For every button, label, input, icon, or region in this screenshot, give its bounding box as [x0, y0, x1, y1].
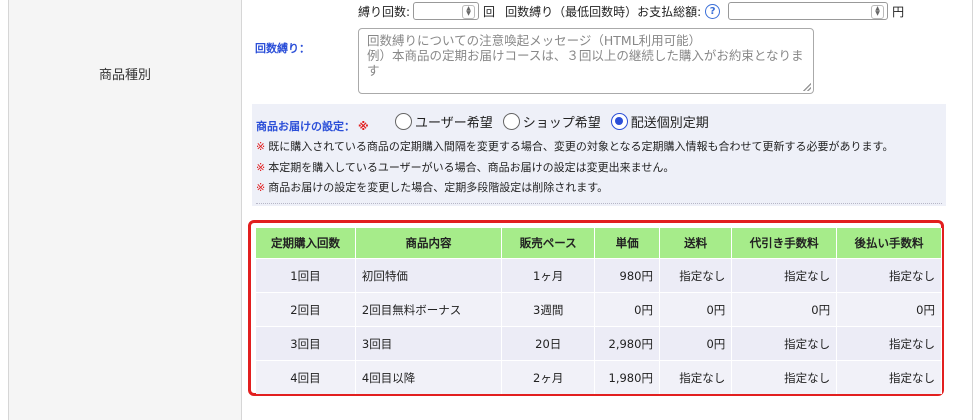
delivery-settings-label: 商品お届けの設定： ※	[256, 118, 369, 134]
cell-deferred-fee: 指定なし	[836, 360, 942, 394]
cell-shipping: 指定なし	[659, 360, 733, 394]
radio-circle-icon[interactable]	[395, 113, 412, 130]
col-header-deferred-fee: 後払い手数料	[836, 228, 942, 259]
frame-right-border	[972, 0, 973, 420]
cell-price: 980円	[594, 258, 660, 293]
note-line: ※ 既に購入されている商品の定期購入間隔を変更する場合、変更の対象となる定期購入情…	[256, 137, 893, 158]
col-header-count: 定期購入回数	[256, 228, 356, 259]
total-amount-unit: 円	[892, 4, 905, 19]
repetition-label: 回数縛り：	[255, 42, 310, 55]
label-column-divider	[241, 0, 242, 420]
total-amount-input[interactable]: ▲ ▼	[728, 2, 889, 20]
cell-shipping: 指定なし	[659, 258, 733, 293]
delivery-settings-label-text: 商品お届けの設定：	[256, 120, 355, 133]
table-row: 2回目 2回目無料ボーナス 3週間 0円 0円 0円 0円	[256, 292, 942, 327]
radio-label: ショップ希望	[522, 116, 601, 131]
cell-shipping: 0円	[659, 292, 733, 327]
question-circle-icon[interactable]: ?	[705, 3, 721, 19]
col-header-content: 商品内容	[355, 228, 503, 259]
radio-label: 配送個別定期	[630, 116, 709, 131]
col-header-cod-fee: 代引き手数料	[731, 228, 838, 259]
delivery-notes: ※ 既に購入されている商品の定期購入間隔を変更する場合、変更の対象となる定期購入情…	[256, 137, 893, 199]
cell-cod-fee: 指定なし	[731, 258, 838, 293]
cell-content: 3回目	[355, 326, 503, 361]
cell-cod-fee: 指定なし	[731, 360, 838, 394]
cell-shipping: 0円	[659, 326, 733, 361]
cell-count: 3回目	[256, 326, 356, 361]
total-amount-label: 回数縛り（最低回数時）お支払総額:	[505, 4, 702, 19]
radio-label: ユーザー希望	[415, 116, 493, 131]
cell-count: 4回目	[256, 360, 356, 394]
cell-price: 1,980円	[594, 360, 660, 394]
repetition-count-row: 縛り回数: ▲ ▼ 回 回数縛り（最低回数時）お支払総額: ? ▲ ▼ 円	[358, 0, 904, 22]
cell-count: 1回目	[256, 258, 356, 293]
cell-price: 2,980円	[594, 326, 660, 361]
resize-grip-icon[interactable]	[803, 83, 811, 91]
cell-cod-fee: 指定なし	[731, 326, 838, 361]
radio-shop-preference[interactable]: ショップ希望	[502, 112, 601, 131]
label-column: 商品種別	[9, 0, 241, 420]
cell-pace: 20日	[501, 326, 596, 361]
spinner-arrows-icon[interactable]: ▲ ▼	[871, 5, 885, 19]
repetition-count-input[interactable]: ▲ ▼	[413, 2, 480, 20]
dotted-divider	[256, 203, 942, 204]
cell-content: 4回目以降	[355, 360, 503, 394]
table-row: 4回目 4回目以降 2ヶ月 1,980円 指定なし 指定なし 指定なし	[256, 360, 942, 394]
cell-cod-fee: 0円	[731, 292, 838, 327]
cell-pace: 2ヶ月	[501, 360, 596, 394]
cell-deferred-fee: 指定なし	[836, 258, 942, 293]
cell-deferred-fee: 指定なし	[836, 326, 942, 361]
repetition-message-textarea[interactable]: 回数縛りについての注意喚起メッセージ（HTML利用可能） 例）本商品の定期お届け…	[358, 28, 814, 94]
table-row: 3回目 3回目 20日 2,980円 0円 指定なし 指定なし	[256, 326, 942, 361]
note-text: 既に購入されている商品の定期購入間隔を変更する場合、変更の対象となる定期購入情報…	[268, 140, 894, 153]
spinner-arrows-icon[interactable]: ▲ ▼	[462, 5, 476, 19]
radio-individual-schedule[interactable]: 配送個別定期	[610, 112, 709, 131]
field-label-product-type: 商品種別	[98, 68, 151, 83]
table-header-row: 定期購入回数 商品内容 販売ペース 単価 送料 代引き手数料 後払い手数料	[256, 228, 942, 259]
note-text: 商品お届けの設定を変更した場合、定期多段階設定は削除されます。	[268, 181, 609, 194]
note-mark: ※	[256, 140, 266, 153]
radio-user-preference[interactable]: ユーザー希望	[395, 112, 493, 131]
note-mark: ※	[256, 160, 266, 174]
required-mark: ※	[358, 120, 369, 133]
table-row: 1回目 初回特価 1ヶ月 980円 指定なし 指定なし 指定なし	[256, 258, 942, 293]
repetition-count-unit: 回	[483, 4, 496, 19]
cell-pace: 3週間	[501, 292, 596, 327]
cell-price: 0円	[594, 292, 660, 327]
cell-count: 2回目	[256, 292, 356, 327]
note-mark: ※	[256, 181, 266, 194]
radio-circle-checked-icon[interactable]	[610, 113, 628, 130]
radio-circle-icon[interactable]	[502, 113, 520, 130]
cell-content: 初回特価	[355, 258, 503, 293]
repetition-count-label: 縛り回数:	[358, 4, 411, 19]
cell-content: 2回目無料ボーナス	[355, 292, 503, 327]
subscription-schedule-table: 定期購入回数 商品内容 販売ペース 単価 送料 代引き手数料 後払い手数料 1回…	[256, 228, 942, 394]
textarea-placeholder: 回数縛りについての注意喚起メッセージ（HTML利用可能） 例）本商品の定期お届け…	[367, 33, 804, 78]
cell-pace: 1ヶ月	[501, 258, 596, 293]
note-line: ※ 本定期を購入しているユーザーがいる場合、商品お届けの設定は変更出来ません。	[256, 158, 893, 179]
cell-deferred-fee: 0円	[836, 292, 942, 327]
col-header-pace: 販売ペース	[501, 228, 596, 259]
col-header-price: 単価	[594, 228, 660, 259]
note-line: ※ 商品お届けの設定を変更した場合、定期多段階設定は削除されます。	[256, 178, 893, 199]
col-header-shipping: 送料	[659, 228, 733, 259]
note-text: 本定期を購入しているユーザーがいる場合、商品お届けの設定は変更出来ません。	[268, 160, 675, 174]
delivery-option-group: ユーザー希望 ショップ希望 配送個別定期	[395, 112, 719, 131]
